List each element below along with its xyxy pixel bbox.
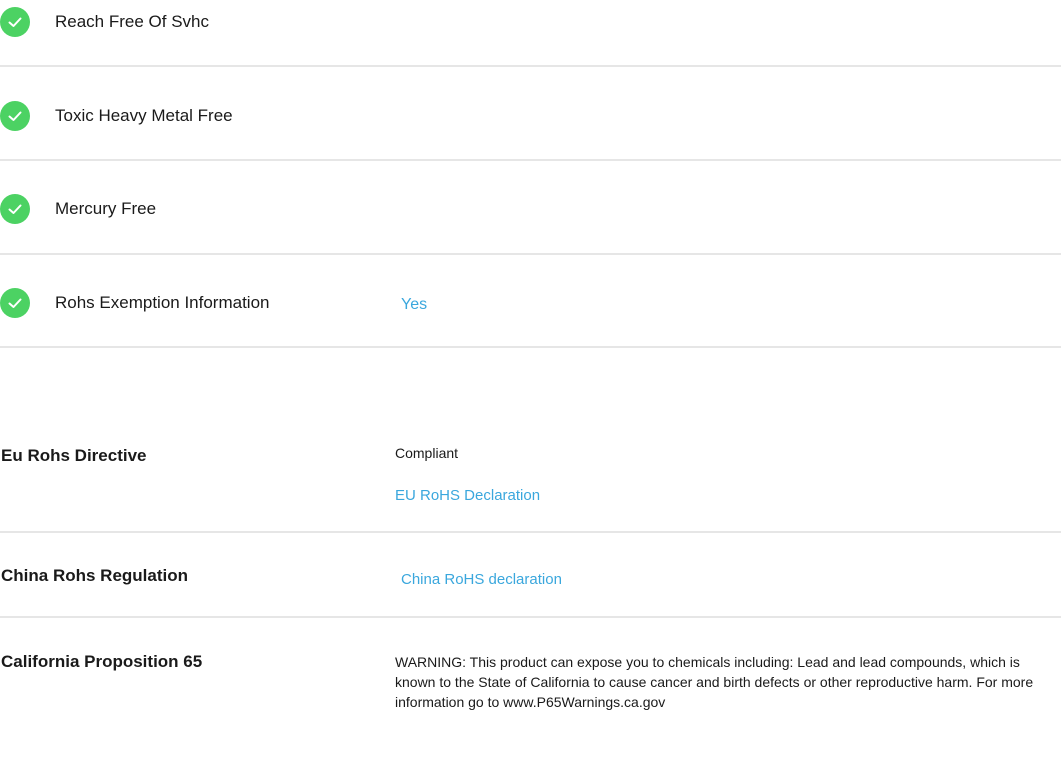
divider: [0, 253, 1061, 255]
check-circle-icon: [0, 7, 30, 37]
eu-rohs-label: Eu Rohs Directive: [1, 446, 147, 465]
check-label: Mercury Free: [55, 199, 157, 218]
check-row-rohs-exemption: Rohs Exemption Information Yes: [0, 281, 1061, 325]
check-row-toxic-metal: Toxic Heavy Metal Free: [0, 94, 1061, 138]
check-row-mercury: Mercury Free: [0, 187, 1061, 231]
check-label: Toxic Heavy Metal Free: [55, 106, 233, 125]
check-row-reach: Reach Free Of Svhc: [0, 0, 1061, 44]
california-prop65-label: California Proposition 65: [1, 652, 203, 671]
check-circle-icon: [0, 101, 30, 131]
prop65-warning-text: WARNING: This product can expose you to …: [395, 654, 1034, 710]
check-circle-icon: [0, 194, 30, 224]
divider: [0, 159, 1061, 161]
check-circle-icon: [0, 288, 30, 318]
divider: [0, 346, 1061, 348]
china-rohs-declaration-link[interactable]: China RoHS declaration: [401, 570, 562, 590]
china-rohs-label: China Rohs Regulation: [1, 566, 188, 585]
divider: [0, 616, 1061, 618]
check-label: Reach Free Of Svhc: [55, 12, 210, 31]
eu-rohs-status: Compliant: [395, 445, 459, 461]
divider: [0, 531, 1061, 533]
compliance-page: Reach Free Of Svhc Toxic Heavy Metal Fre…: [0, 0, 1061, 765]
check-label: Rohs Exemption Information: [55, 293, 270, 312]
rohs-exemption-link[interactable]: Yes: [401, 295, 427, 315]
divider: [0, 65, 1061, 67]
eu-rohs-declaration-link[interactable]: EU RoHS Declaration: [395, 486, 540, 506]
